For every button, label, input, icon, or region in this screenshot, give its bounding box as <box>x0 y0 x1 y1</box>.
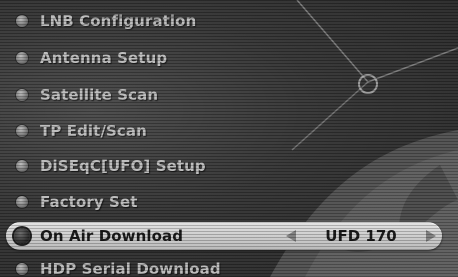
settings-screen: LNB Configuration Antenna Setup Satellit… <box>0 0 458 277</box>
bullet-icon <box>16 263 28 275</box>
menu-item-label: Antenna Setup <box>40 49 168 67</box>
bullet-icon <box>16 196 28 208</box>
menu-item-label: HDP Serial Download <box>40 260 221 277</box>
value-selector[interactable]: UFD 170 <box>286 222 436 250</box>
menu-item-label: On Air Download <box>40 227 184 245</box>
arrow-left-icon[interactable] <box>286 230 296 242</box>
menu-item-factory-set[interactable]: Factory Set <box>16 189 436 215</box>
menu-item-label: LNB Configuration <box>40 12 197 30</box>
menu-item-lnb-configuration[interactable]: LNB Configuration <box>16 8 436 34</box>
menu-item-label: Satellite Scan <box>40 86 159 104</box>
menu-item-label: Factory Set <box>40 193 138 211</box>
bullet-icon <box>16 160 28 172</box>
menu-item-satellite-scan[interactable]: Satellite Scan <box>16 82 436 108</box>
bullet-icon <box>16 89 28 101</box>
menu-item-antenna-setup[interactable]: Antenna Setup <box>16 45 436 71</box>
menu-item-on-air-download[interactable]: On Air Download UFD 170 <box>6 222 442 250</box>
menu-item-label: DiSEqC[UFO] Setup <box>40 157 206 175</box>
menu-item-diseqc-setup[interactable]: DiSEqC[UFO] Setup <box>16 153 436 179</box>
download-source-value: UFD 170 <box>325 227 397 245</box>
bullet-icon <box>16 125 28 137</box>
bullet-icon <box>14 228 30 244</box>
bullet-icon <box>16 52 28 64</box>
menu-item-hdp-serial-download[interactable]: HDP Serial Download <box>16 256 436 277</box>
menu-item-label: TP Edit/Scan <box>40 122 147 140</box>
menu-item-tp-edit-scan[interactable]: TP Edit/Scan <box>16 118 436 144</box>
bullet-icon <box>16 15 28 27</box>
arrow-right-icon[interactable] <box>426 230 436 242</box>
